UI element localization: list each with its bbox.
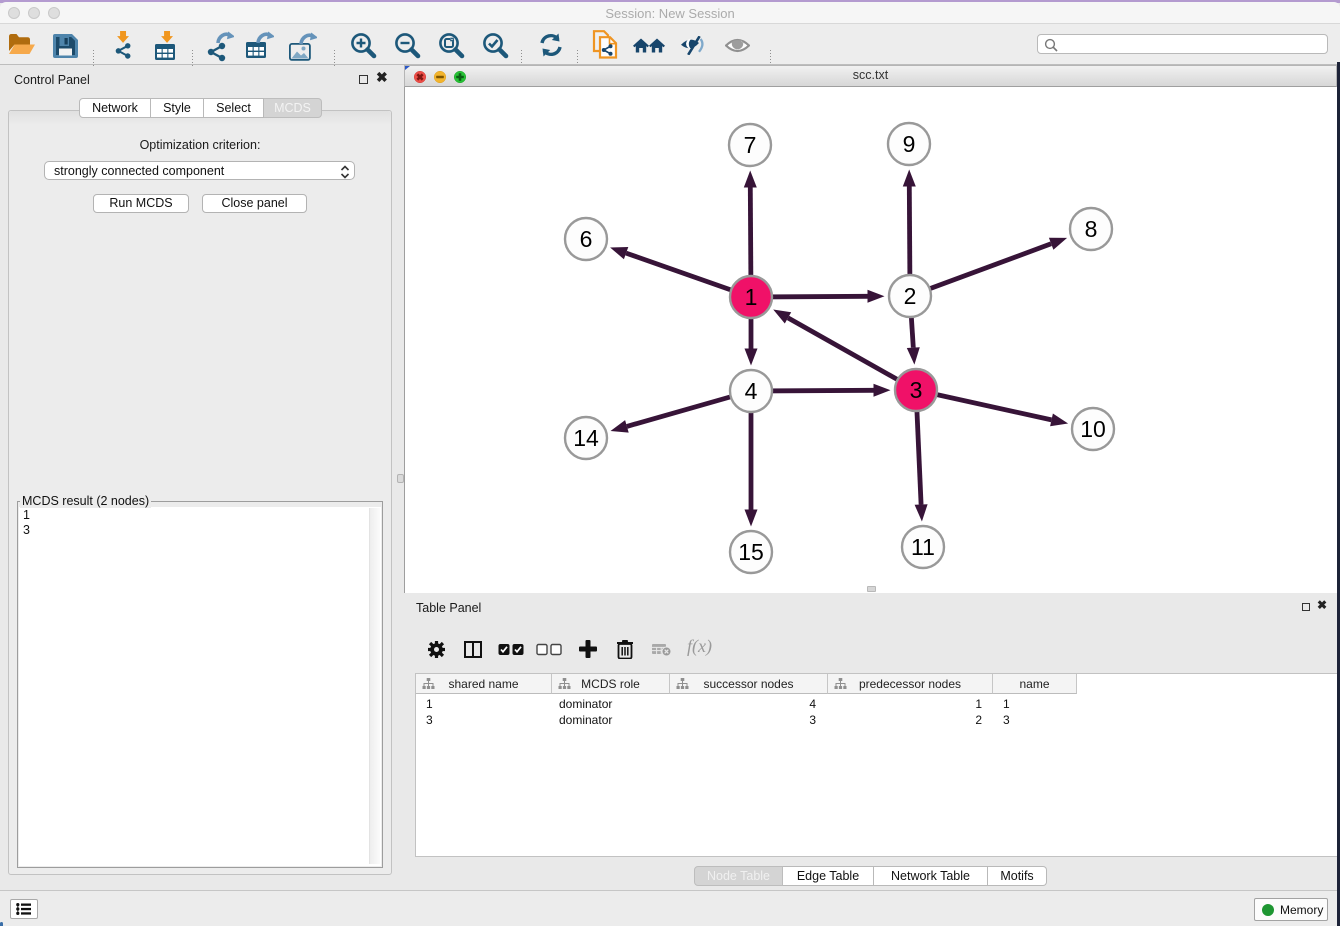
svg-text:7: 7 bbox=[744, 132, 757, 158]
svg-text:15: 15 bbox=[738, 539, 764, 565]
svg-text:1: 1 bbox=[745, 284, 758, 310]
svg-text:6: 6 bbox=[580, 226, 593, 252]
svg-text:11: 11 bbox=[911, 534, 935, 560]
svg-text:9: 9 bbox=[903, 131, 916, 157]
svg-text:4: 4 bbox=[745, 378, 758, 404]
svg-text:10: 10 bbox=[1080, 416, 1106, 442]
svg-text:2: 2 bbox=[904, 283, 917, 309]
svg-text:3: 3 bbox=[910, 377, 923, 403]
svg-text:14: 14 bbox=[573, 425, 599, 451]
svg-text:8: 8 bbox=[1085, 216, 1098, 242]
